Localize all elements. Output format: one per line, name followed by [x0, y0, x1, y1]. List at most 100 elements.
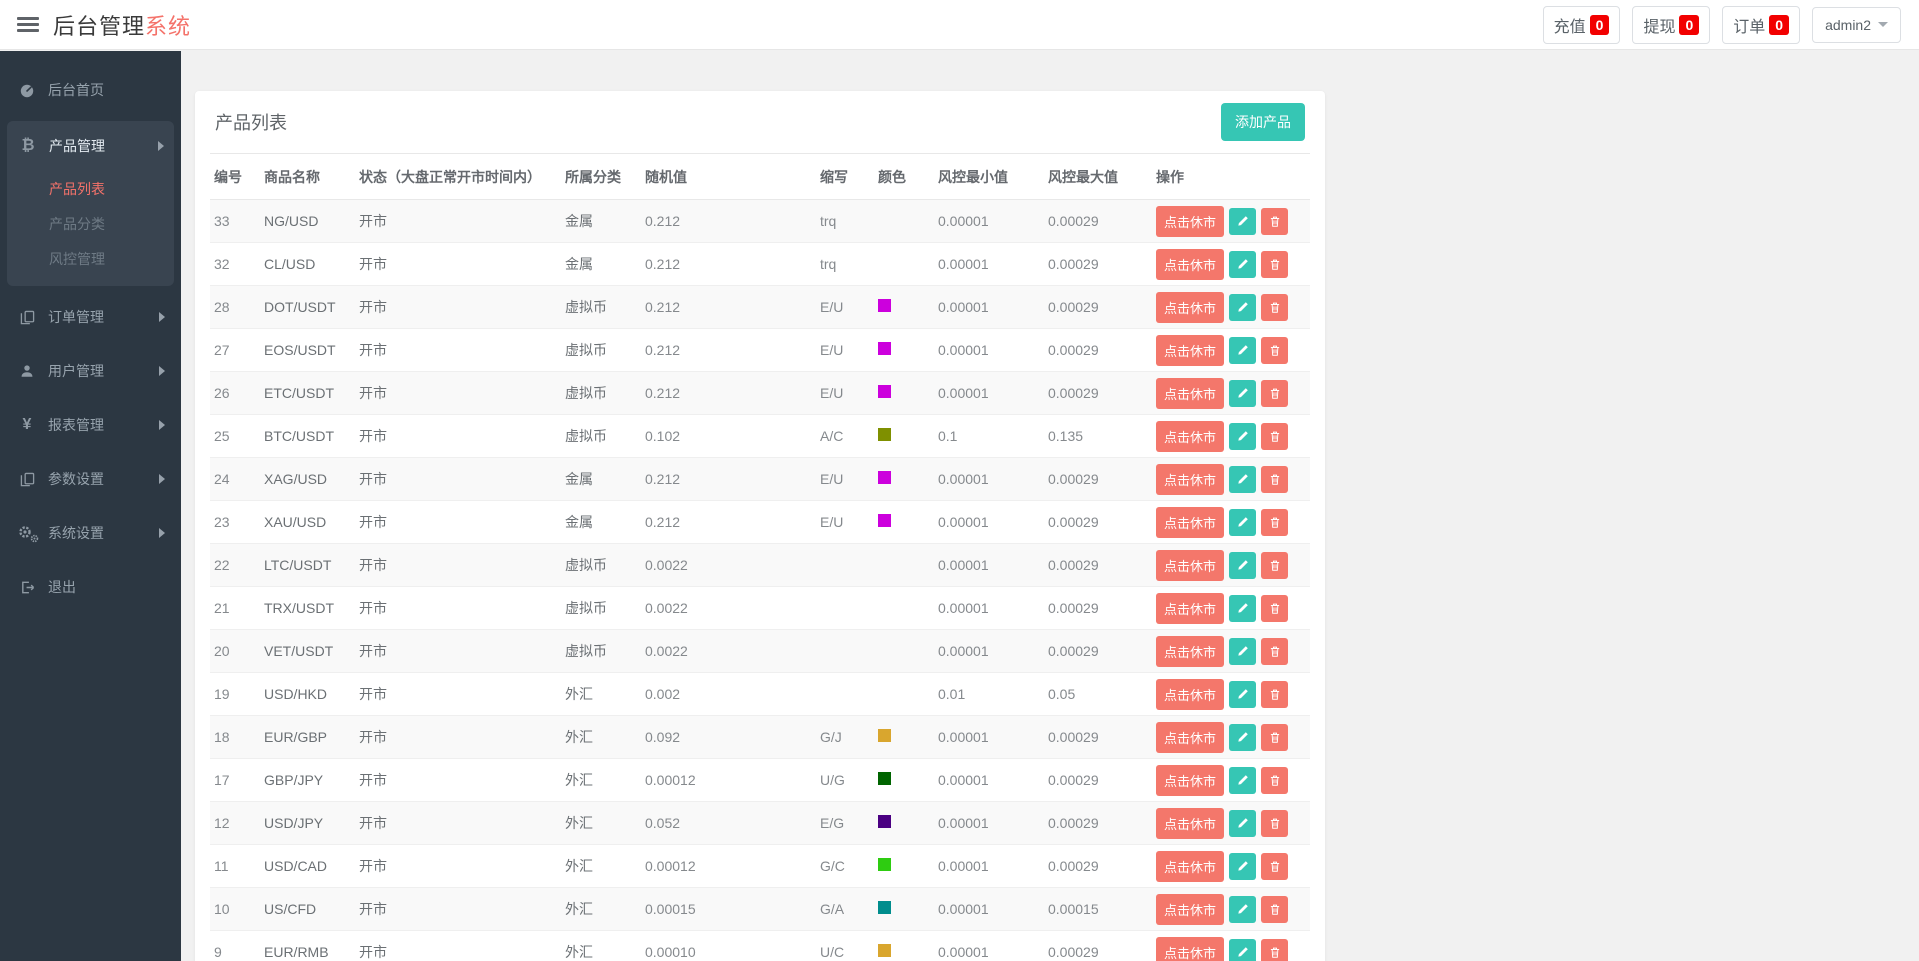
edit-button[interactable] — [1229, 895, 1257, 923]
edit-button[interactable] — [1229, 465, 1257, 493]
delete-button[interactable] — [1261, 680, 1289, 708]
close-market-button[interactable]: 点击休市 — [1156, 248, 1225, 280]
edit-button[interactable] — [1229, 594, 1257, 622]
delete-button[interactable] — [1261, 723, 1289, 751]
withdraw-button[interactable]: 提现 0 — [1632, 5, 1711, 44]
delete-button[interactable] — [1261, 508, 1289, 536]
edit-button[interactable] — [1229, 680, 1257, 708]
close-market-button[interactable]: 点击休市 — [1156, 420, 1225, 452]
edit-button[interactable] — [1229, 336, 1257, 364]
delete-button[interactable] — [1261, 293, 1289, 321]
close-market-button[interactable]: 点击休市 — [1156, 721, 1225, 753]
sidebar-item-risk-management[interactable]: 风控管理 — [7, 241, 174, 276]
close-market-button[interactable]: 点击休市 — [1156, 764, 1225, 796]
cell-actions: 点击休市 — [1152, 500, 1310, 544]
add-product-button[interactable]: 添加产品 — [1221, 103, 1305, 141]
sidebar-item-user-management[interactable]: 用户管理 — [0, 344, 181, 398]
page-title: 产品列表 — [215, 113, 287, 133]
cell-color — [874, 285, 934, 329]
trash-icon — [1269, 774, 1281, 787]
delete-button[interactable] — [1261, 895, 1289, 923]
orders-button[interactable]: 订单 0 — [1722, 5, 1801, 44]
cell-abbr: G/A — [816, 887, 874, 931]
sidebar-item-logout[interactable]: 退出 — [0, 560, 181, 614]
delete-button[interactable] — [1261, 594, 1289, 622]
cell-status: 开市 — [359, 213, 387, 229]
close-market-button[interactable]: 点击休市 — [1156, 463, 1225, 495]
recharge-button[interactable]: 充值 0 — [1542, 5, 1621, 44]
edit-button[interactable] — [1229, 809, 1257, 837]
sidebar-item-report-management[interactable]: ¥ 报表管理 — [0, 398, 181, 452]
delete-button[interactable] — [1261, 809, 1289, 837]
delete-button[interactable] — [1261, 336, 1289, 364]
cell-abbr — [816, 586, 874, 630]
edit-button[interactable] — [1229, 250, 1257, 278]
edit-button[interactable] — [1229, 852, 1257, 880]
product-table-wrap: 编号 商品名称 状态（大盘正常开市时间内） 所属分类 随机值 缩写 颜色 风控最… — [195, 153, 1325, 961]
close-market-button[interactable]: 点击休市 — [1156, 377, 1225, 409]
table-row: 11 USD/CAD 开市 外汇 0.00012 G/C 0.00001 0.0… — [210, 844, 1310, 888]
cell-product-name: EUR/GBP — [260, 715, 355, 759]
delete-button[interactable] — [1261, 250, 1289, 278]
cell-category: 外汇 — [561, 715, 641, 759]
col-category: 所属分类 — [561, 153, 641, 200]
cell-color — [874, 242, 934, 286]
sidebar-item-parameter-settings[interactable]: 参数设置 — [0, 452, 181, 506]
edit-button[interactable] — [1229, 379, 1257, 407]
sidebar-item-label: 退出 — [48, 579, 76, 595]
edit-button[interactable] — [1229, 938, 1257, 961]
chevron-right-icon — [159, 420, 165, 430]
edit-button[interactable] — [1229, 637, 1257, 665]
close-market-button[interactable]: 点击休市 — [1156, 936, 1225, 961]
hamburger-menu-icon[interactable] — [17, 14, 39, 35]
sidebar-item-product-management[interactable]: ₿ 产品管理 — [7, 121, 174, 171]
sidebar-item-dashboard[interactable]: 后台首页 — [0, 63, 181, 117]
sidebar-item-product-category[interactable]: 产品分类 — [7, 206, 174, 241]
cell-random-value: 0.00012 — [641, 844, 816, 888]
edit-button[interactable] — [1229, 293, 1257, 321]
close-market-button[interactable]: 点击休市 — [1156, 506, 1225, 538]
delete-button[interactable] — [1261, 766, 1289, 794]
sidebar-item-system-settings[interactable]: 系统设置 — [0, 506, 181, 560]
edit-button[interactable] — [1229, 207, 1257, 235]
edit-button[interactable] — [1229, 422, 1257, 450]
close-market-button[interactable]: 点击休市 — [1156, 893, 1225, 925]
sidebar-item-product-list[interactable]: 产品列表 — [7, 171, 174, 206]
table-row: 24 XAG/USD 开市 金属 0.212 E/U 0.00001 0.000… — [210, 457, 1310, 501]
close-market-button[interactable]: 点击休市 — [1156, 850, 1225, 882]
close-market-button[interactable]: 点击休市 — [1156, 291, 1225, 323]
delete-button[interactable] — [1261, 207, 1289, 235]
edit-button[interactable] — [1229, 723, 1257, 751]
close-market-button[interactable]: 点击休市 — [1156, 549, 1225, 581]
cell-actions: 点击休市 — [1152, 801, 1310, 845]
delete-button[interactable] — [1261, 852, 1289, 880]
edit-button[interactable] — [1229, 551, 1257, 579]
cell-actions: 点击休市 — [1152, 371, 1310, 415]
close-market-button[interactable]: 点击休市 — [1156, 807, 1225, 839]
edit-button[interactable] — [1229, 766, 1257, 794]
close-market-button[interactable]: 点击休市 — [1156, 635, 1225, 667]
cell-abbr: E/G — [816, 801, 874, 845]
close-market-button[interactable]: 点击休市 — [1156, 592, 1225, 624]
delete-button[interactable] — [1261, 422, 1289, 450]
chevron-right-icon — [159, 474, 165, 484]
edit-button[interactable] — [1229, 508, 1257, 536]
cell-id: 18 — [210, 715, 260, 759]
sidebar-item-order-management[interactable]: 订单管理 — [0, 290, 181, 344]
cell-status: 开市 — [355, 715, 561, 759]
col-min: 风控最小值 — [934, 153, 1044, 200]
withdraw-label: 提现 — [1643, 18, 1676, 36]
close-market-button[interactable]: 点击休市 — [1156, 205, 1225, 237]
delete-button[interactable] — [1261, 465, 1289, 493]
cell-risk-min: 0.00001 — [934, 500, 1044, 544]
delete-button[interactable] — [1261, 938, 1289, 961]
close-market-button[interactable]: 点击休市 — [1156, 678, 1225, 710]
delete-button[interactable] — [1261, 379, 1289, 407]
close-market-button[interactable]: 点击休市 — [1156, 334, 1225, 366]
delete-button[interactable] — [1261, 637, 1289, 665]
orders-label: 订单 — [1733, 18, 1766, 36]
color-swatch — [878, 514, 891, 527]
user-dropdown[interactable]: admin2 — [1812, 6, 1901, 43]
cell-category: 外汇 — [561, 844, 641, 888]
delete-button[interactable] — [1261, 551, 1289, 579]
